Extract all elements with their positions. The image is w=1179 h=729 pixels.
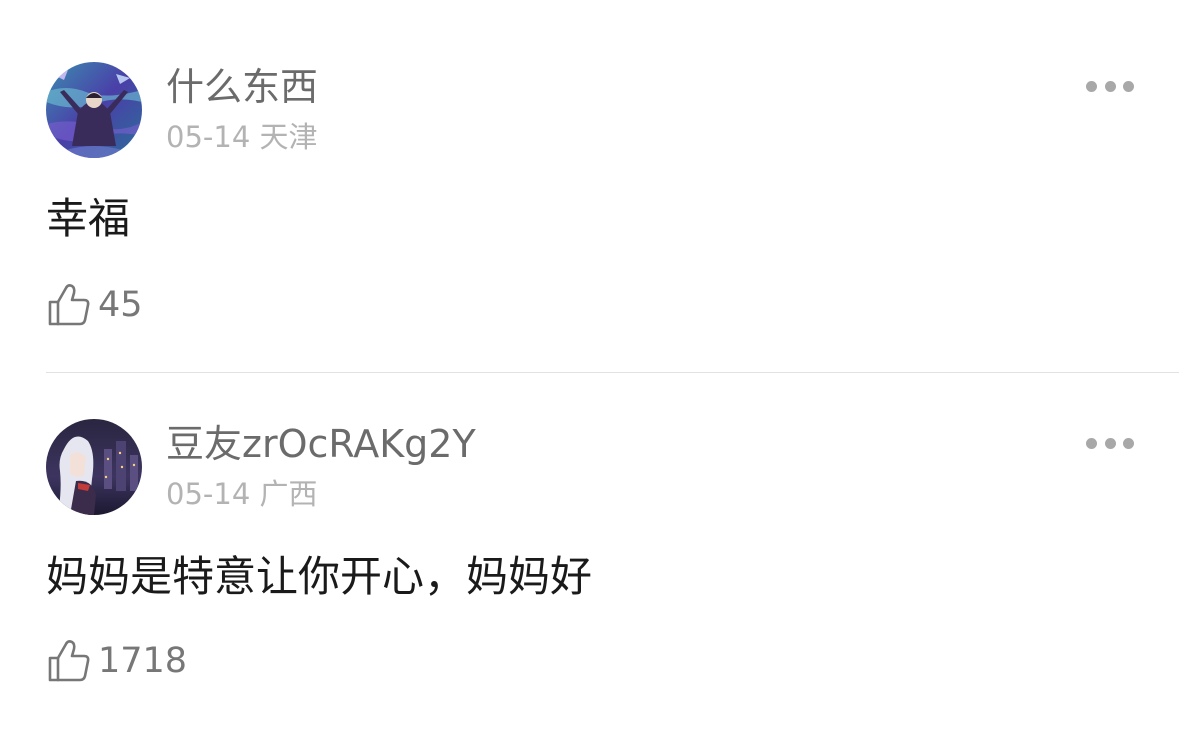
- like-count: 1718: [98, 640, 188, 681]
- more-options-icon[interactable]: [1086, 436, 1134, 450]
- comment-location: 广西: [259, 477, 318, 511]
- like-button[interactable]: 1718: [46, 636, 187, 686]
- user-avatar[interactable]: [46, 419, 142, 515]
- username[interactable]: 豆友zrOcRAKg2Y: [166, 425, 476, 463]
- comment-meta: 05-14 广西: [166, 480, 318, 509]
- comment-item: 豆友zrOcRAKg2Y 05-14 广西 妈妈是特意让你开心，妈妈好 1718: [0, 0, 1179, 729]
- avatar-image: [46, 419, 142, 515]
- comment-date: 05-14: [166, 477, 251, 511]
- comment-text: 妈妈是特意让你开心，妈妈好: [46, 552, 593, 601]
- thumbs-up-icon: [48, 640, 90, 682]
